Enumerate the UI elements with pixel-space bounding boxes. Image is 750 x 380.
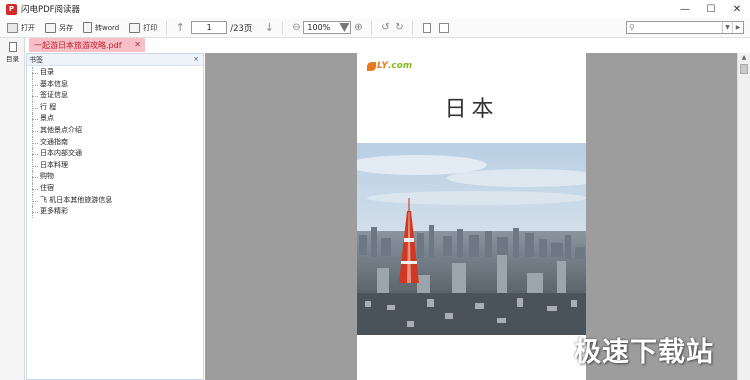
toc-icon: [8, 42, 17, 52]
bookmark-item[interactable]: 飞 机日本其他旅游信息: [27, 194, 203, 207]
save-icon: [45, 22, 56, 33]
bookmark-item[interactable]: 更多精彩: [27, 206, 203, 218]
rotate-left-icon[interactable]: ↺: [378, 20, 392, 36]
close-tab-icon[interactable]: ✕: [134, 40, 141, 49]
bookmark-item[interactable]: 目录: [27, 67, 203, 79]
bookmarks-panel: 书签 × 目录 基本信息 签证信息 行 程 景点 其他景点介绍 交通指南 日本内…: [26, 53, 204, 380]
chevron-down-icon[interactable]: [339, 23, 350, 32]
leaf-icon: [367, 61, 376, 71]
close-button[interactable]: ✕: [724, 0, 750, 18]
toolbar-divider: [166, 20, 168, 35]
save-as-label: 另存: [59, 23, 73, 32]
bookmark-item[interactable]: 日本内部交通: [27, 148, 203, 160]
ly-logo-main: LY: [377, 61, 388, 71]
bookmark-item[interactable]: 住宿: [27, 182, 203, 195]
toolbar-divider: [371, 20, 373, 35]
toolbar-divider: [412, 20, 414, 35]
to-word-label: 转word: [95, 23, 120, 32]
toc-label: 目录: [6, 55, 19, 63]
toolbar: 打开 另存 转word 打印 ↑ 1 /23页 ↓ ⊖ 100% ⊕ ↺ ↻ ⚲…: [0, 18, 750, 38]
toolbar-divider: [282, 20, 284, 35]
bookmark-item[interactable]: 签证信息: [27, 90, 203, 102]
document-tab-label: 一起游日本旅游攻略.pdf: [34, 40, 122, 50]
save-as-button[interactable]: 另存: [42, 20, 76, 36]
double-page-icon[interactable]: [439, 22, 450, 33]
window-title: 闪电PDF阅读器: [21, 5, 81, 15]
open-button[interactable]: 打开: [4, 20, 38, 36]
rotate-right-icon[interactable]: ↻: [392, 20, 406, 36]
single-page-icon[interactable]: [423, 22, 432, 33]
folder-icon: [7, 22, 18, 33]
bookmark-item[interactable]: 日本料理: [27, 159, 203, 172]
zoom-select[interactable]: 100%: [303, 21, 352, 34]
bookmarks-title: 书签: [29, 55, 43, 64]
print-button[interactable]: 打印: [126, 20, 160, 36]
next-page-icon[interactable]: ↓: [262, 20, 276, 36]
ly-logo: LY.com: [367, 61, 412, 71]
bookmark-list: 目录 基本信息 签证信息 行 程 景点 其他景点介绍 交通指南 日本内部交通 日…: [27, 66, 203, 218]
print-label: 打印: [143, 23, 158, 32]
zoom-in-icon[interactable]: ⊕: [351, 20, 365, 36]
bookmark-item[interactable]: 其他景点介绍: [27, 124, 203, 137]
printer-icon: [129, 22, 141, 33]
title-bar: P 闪电PDF阅读器 — ☐ ✕: [0, 0, 750, 18]
left-sidebar-strip: 目录: [0, 38, 25, 380]
minimize-button[interactable]: —: [672, 0, 698, 18]
open-label: 打开: [21, 23, 35, 32]
previous-page-icon[interactable]: ↑: [173, 20, 187, 36]
page-number-input[interactable]: 1: [191, 21, 228, 34]
search-options-icon[interactable]: ▼: [722, 22, 732, 33]
search-icon: ⚲: [629, 23, 635, 32]
vertical-scrollbar[interactable]: ▲: [737, 53, 750, 380]
search-input[interactable]: ⚲ ▼ ▶: [626, 21, 744, 34]
zoom-value: 100%: [307, 23, 331, 32]
toc-tab[interactable]: 目录: [4, 42, 21, 63]
to-word-button[interactable]: 转word: [80, 20, 122, 36]
ly-logo-sub: .com: [387, 61, 413, 71]
close-panel-icon[interactable]: ×: [193, 55, 199, 63]
search-next-icon[interactable]: ▶: [732, 22, 743, 33]
page-total-label: /23页: [230, 23, 253, 34]
window-controls: — ☐ ✕: [672, 0, 750, 18]
tokyo-skyline-photo: [357, 143, 586, 335]
pdf-page: LY.com 日本: [357, 53, 586, 380]
maximize-button[interactable]: ☐: [698, 0, 724, 18]
app-logo-icon: P: [6, 3, 17, 15]
word-doc-icon: [83, 22, 92, 33]
page-heading: 日本: [444, 97, 499, 122]
document-tab[interactable]: 一起游日本旅游攻略.pdf ✕: [29, 38, 145, 52]
zoom-out-icon[interactable]: ⊖: [289, 20, 303, 36]
bookmark-item[interactable]: 景点: [27, 113, 203, 125]
bookmark-item[interactable]: 购物: [27, 171, 203, 183]
cityscape-image: [357, 143, 586, 335]
scroll-up-icon[interactable]: ▲: [738, 53, 750, 63]
watermark-text: 极速下载站: [574, 337, 714, 368]
bookmarks-header: 书签 ×: [27, 54, 203, 66]
scroll-thumb[interactable]: [740, 64, 748, 74]
bookmark-item[interactable]: 交通指南: [27, 136, 203, 149]
bookmark-item[interactable]: 行 程: [27, 101, 203, 114]
ly-logo-text: LY.com: [377, 61, 412, 71]
bookmark-item[interactable]: 基本信息: [27, 78, 203, 91]
